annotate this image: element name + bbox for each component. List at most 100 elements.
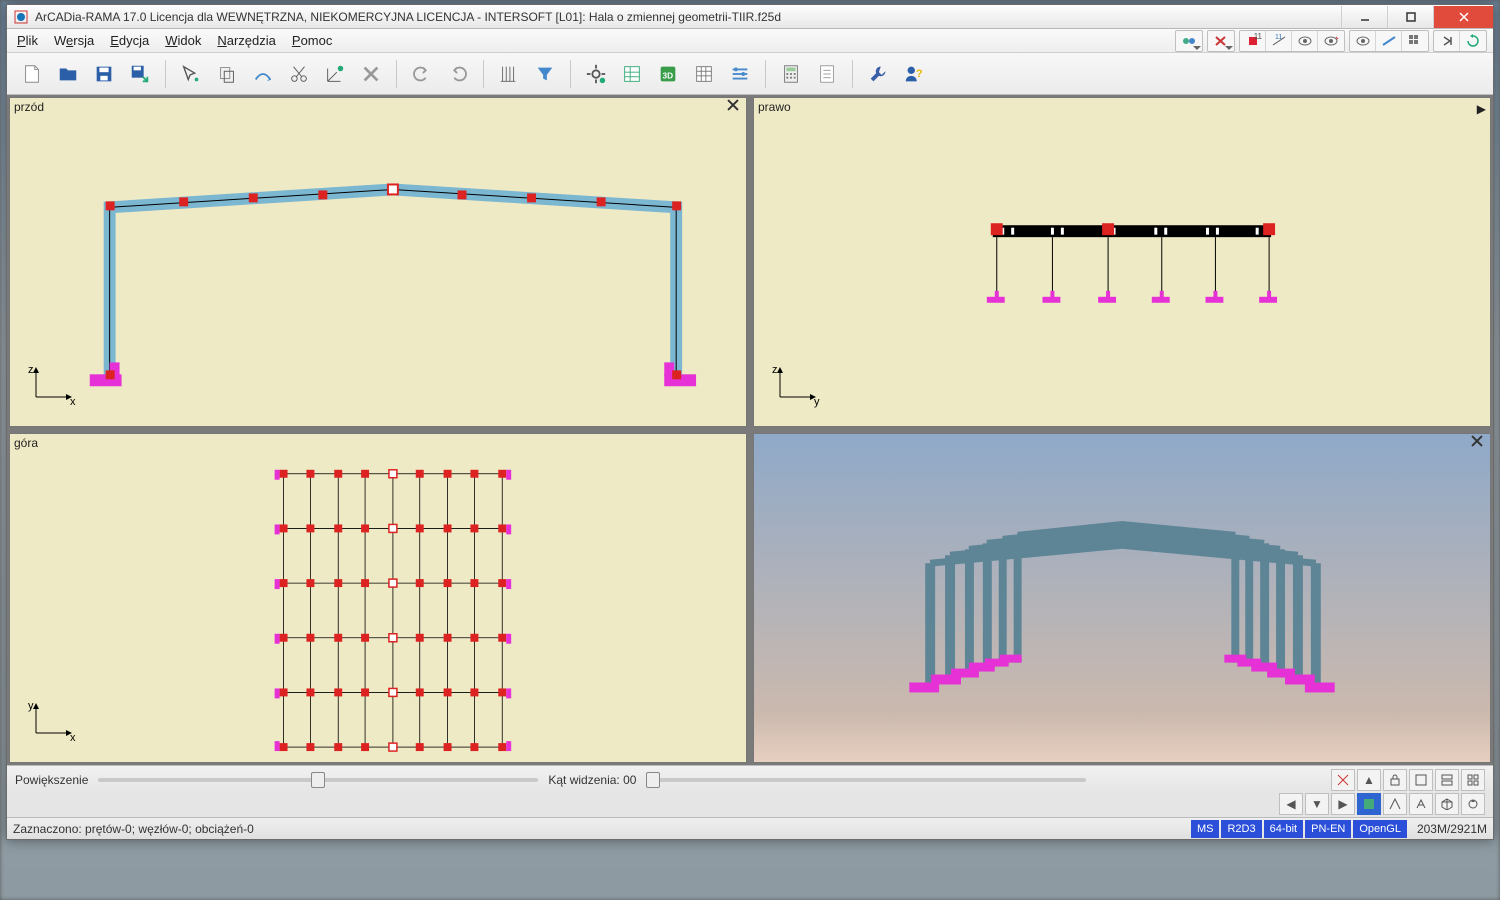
maximize-button[interactable] [1387, 6, 1433, 28]
filter-button[interactable] [530, 59, 560, 89]
menu-edit[interactable]: Edycja [110, 33, 149, 48]
copy-button[interactable] [212, 59, 242, 89]
badge-opengl[interactable]: OpenGL [1353, 820, 1407, 838]
node-button[interactable]: 11 [1240, 31, 1266, 51]
save-button[interactable] [89, 59, 119, 89]
vb-wire[interactable] [1383, 793, 1407, 815]
axis-gizmo-zy: z y [772, 365, 822, 408]
titlebar: ArCADia-RAMA 17.0 Licencja dla WEWNĘTRZN… [7, 5, 1493, 29]
app-window: ArCADia-RAMA 17.0 Licencja dla WEWNĘTRZN… [6, 4, 1494, 840]
add-node-button[interactable] [320, 59, 350, 89]
svg-text:x: x [70, 732, 76, 744]
badge-64bit[interactable]: 64-bit [1264, 820, 1304, 838]
member-button[interactable] [1376, 31, 1402, 51]
end-group [1433, 30, 1487, 52]
viewport-front[interactable]: przód [9, 97, 747, 427]
badge-pn-en[interactable]: PN-EN [1305, 820, 1351, 838]
vb-single[interactable] [1409, 769, 1433, 791]
vb-reset[interactable] [1461, 793, 1485, 815]
vb-right[interactable]: ▶ [1331, 793, 1355, 815]
close-button[interactable] [1433, 6, 1493, 28]
vb-shade[interactable] [1357, 793, 1381, 815]
menu-help[interactable]: Pomoc [292, 33, 332, 48]
svg-text:z: z [28, 364, 34, 376]
main-toolbar: 3D ? [7, 53, 1493, 95]
select-button[interactable] [176, 59, 206, 89]
zoom-bar: Powiększenie Kąt widzenia: 00 ▲ [7, 765, 1493, 793]
memory-status: 203M/2921M [1417, 822, 1487, 836]
delete-button[interactable] [356, 59, 386, 89]
redo-button[interactable] [443, 59, 473, 89]
view-mode-group [1175, 30, 1203, 52]
view3d-button[interactable]: 3D [653, 59, 683, 89]
vb-left[interactable]: ◀ [1279, 793, 1303, 815]
viewport-3d[interactable] [753, 433, 1491, 763]
dimension-button[interactable]: 11 [1266, 31, 1292, 51]
view-buttons-row2: ◀ ▼ ▶ [7, 793, 1493, 817]
badge-ms[interactable]: MS [1191, 820, 1220, 838]
grid-button[interactable] [494, 59, 524, 89]
eye2-button[interactable] [1318, 31, 1344, 51]
undo-button[interactable] [407, 59, 437, 89]
selection-status: Zaznaczono: prętów-0; węzłów-0; obciążeń… [13, 822, 254, 836]
eye3-button[interactable] [1350, 31, 1376, 51]
zoom-label: Powiększenie [15, 773, 88, 787]
menu-tools[interactable]: Narzędzia [217, 33, 276, 48]
svg-text:11: 11 [1275, 34, 1282, 41]
vb-2h[interactable] [1435, 769, 1459, 791]
menu-file[interactable]: Plik [17, 33, 38, 48]
viewport-right[interactable]: prawo ▶ [753, 97, 1491, 427]
minimize-button[interactable] [1341, 6, 1387, 28]
axis-delete-button[interactable] [1208, 31, 1234, 51]
svg-text:?: ? [916, 67, 923, 79]
table2-button[interactable] [689, 59, 719, 89]
grid-toggle-button[interactable] [1402, 31, 1428, 51]
vb-4[interactable] [1461, 769, 1485, 791]
svg-text:x: x [70, 396, 76, 408]
svg-text:y: y [28, 700, 34, 712]
refresh-button[interactable] [1460, 31, 1486, 51]
node-group: 11 11 [1239, 30, 1345, 52]
badge-r2d3[interactable]: R2D3 [1221, 820, 1261, 838]
app-icon [13, 9, 29, 25]
wrench-button[interactable] [863, 59, 893, 89]
vb-persp[interactable] [1409, 793, 1433, 815]
statusbar: Zaznaczono: prętów-0; węzłów-0; obciążeń… [7, 817, 1493, 839]
display-mode-button[interactable] [1176, 31, 1202, 51]
move-button[interactable] [248, 59, 278, 89]
report-button[interactable] [812, 59, 842, 89]
menubar: Plik Wersja Edycja Widok Narzędzia Pomoc… [7, 29, 1493, 53]
collapse-right-button[interactable] [1434, 31, 1460, 51]
svg-text:y: y [814, 396, 820, 408]
vb-iso[interactable] [1435, 793, 1459, 815]
user-help-button[interactable]: ? [899, 59, 929, 89]
cut-button[interactable] [284, 59, 314, 89]
menu-view[interactable]: Widok [165, 33, 201, 48]
settings-button[interactable] [581, 59, 611, 89]
save-as-button[interactable] [125, 59, 155, 89]
vb-down[interactable]: ▼ [1305, 793, 1329, 815]
zoom-slider[interactable] [98, 778, 538, 782]
work-area: ◀ przód [7, 95, 1493, 765]
table1-button[interactable] [617, 59, 647, 89]
fov-label: Kąt widzenia: 00 [548, 773, 636, 787]
eye1-button[interactable] [1292, 31, 1318, 51]
misc-group [1349, 30, 1429, 52]
axis-group [1207, 30, 1235, 52]
adjust-button[interactable] [725, 59, 755, 89]
vb-cross[interactable] [1331, 769, 1355, 791]
viewport-top[interactable]: góra [9, 433, 747, 763]
view-buttons-row1: ▲ [1331, 769, 1485, 791]
calculator-button[interactable] [776, 59, 806, 89]
menu-version[interactable]: Wersja [54, 33, 94, 48]
fov-slider[interactable] [646, 778, 1086, 782]
axis-gizmo-zx: z x [28, 365, 78, 408]
open-file-button[interactable] [53, 59, 83, 89]
axis-gizmo-yx: y x [28, 701, 78, 744]
svg-text:z: z [772, 364, 778, 376]
vb-up[interactable]: ▲ [1357, 769, 1381, 791]
vb-lock[interactable] [1383, 769, 1407, 791]
window-title: ArCADia-RAMA 17.0 Licencja dla WEWNĘTRZN… [35, 10, 781, 24]
svg-text:3D: 3D [663, 71, 674, 80]
new-file-button[interactable] [17, 59, 47, 89]
